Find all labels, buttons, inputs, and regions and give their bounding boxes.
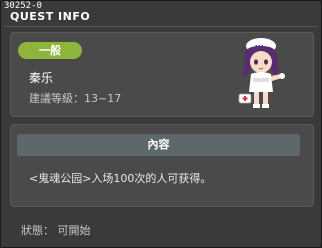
category-badge: 一般: [18, 42, 82, 59]
content-description: <鬼魂公园>入场100次的人可获得。: [29, 172, 212, 185]
quest-name: 秦乐: [29, 71, 54, 85]
title-divider: [4, 26, 318, 27]
quest-status: 狀態： 可開始: [21, 224, 91, 237]
quest-info-window: 30252-0 QUEST INFO 一般 秦乐 建議等級：13~17 w 內容…: [0, 0, 322, 248]
nurse-npc-icon: w: [238, 38, 285, 108]
recommended-level: 建議等級：13~17: [29, 92, 122, 105]
content-header: 內容: [17, 134, 300, 156]
window-title: QUEST INFO: [10, 10, 91, 23]
